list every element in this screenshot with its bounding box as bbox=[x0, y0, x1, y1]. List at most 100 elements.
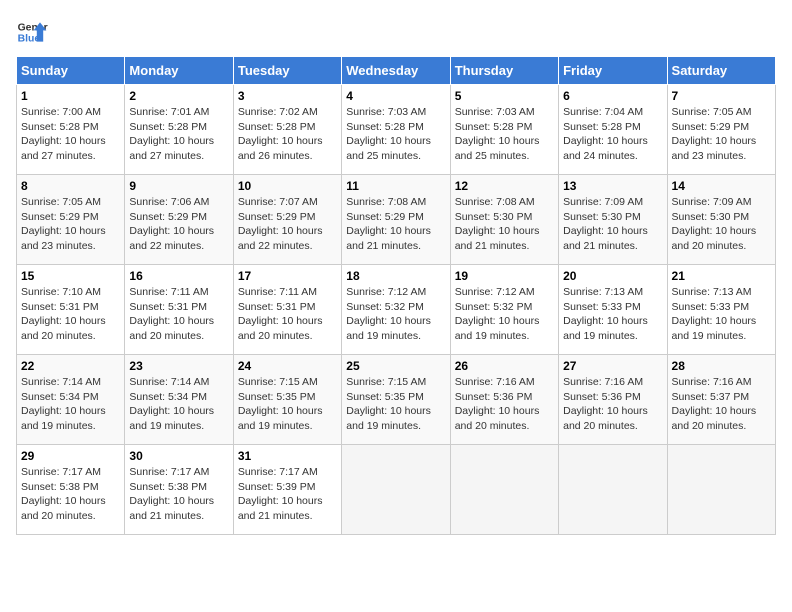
day-info: Sunrise: 7:05 AM Sunset: 5:29 PM Dayligh… bbox=[21, 195, 120, 254]
day-cell-5: 5 Sunrise: 7:03 AM Sunset: 5:28 PM Dayli… bbox=[450, 85, 558, 175]
day-number: 24 bbox=[238, 359, 337, 373]
day-number: 25 bbox=[346, 359, 445, 373]
weekday-header-row: SundayMondayTuesdayWednesdayThursdayFrid… bbox=[17, 57, 776, 85]
day-info: Sunrise: 7:10 AM Sunset: 5:31 PM Dayligh… bbox=[21, 285, 120, 344]
day-cell-25: 25 Sunrise: 7:15 AM Sunset: 5:35 PM Dayl… bbox=[342, 355, 450, 445]
day-info: Sunrise: 7:03 AM Sunset: 5:28 PM Dayligh… bbox=[455, 105, 554, 164]
day-number: 14 bbox=[672, 179, 771, 193]
weekday-header-thursday: Thursday bbox=[450, 57, 558, 85]
empty-cell bbox=[450, 445, 558, 535]
empty-cell bbox=[559, 445, 667, 535]
day-info: Sunrise: 7:16 AM Sunset: 5:36 PM Dayligh… bbox=[563, 375, 662, 434]
day-number: 22 bbox=[21, 359, 120, 373]
day-info: Sunrise: 7:13 AM Sunset: 5:33 PM Dayligh… bbox=[563, 285, 662, 344]
day-cell-8: 8 Sunrise: 7:05 AM Sunset: 5:29 PM Dayli… bbox=[17, 175, 125, 265]
day-info: Sunrise: 7:15 AM Sunset: 5:35 PM Dayligh… bbox=[346, 375, 445, 434]
week-row-3: 15 Sunrise: 7:10 AM Sunset: 5:31 PM Dayl… bbox=[17, 265, 776, 355]
day-number: 23 bbox=[129, 359, 228, 373]
day-info: Sunrise: 7:13 AM Sunset: 5:33 PM Dayligh… bbox=[672, 285, 771, 344]
week-row-1: 1 Sunrise: 7:00 AM Sunset: 5:28 PM Dayli… bbox=[17, 85, 776, 175]
empty-cell bbox=[667, 445, 775, 535]
day-info: Sunrise: 7:04 AM Sunset: 5:28 PM Dayligh… bbox=[563, 105, 662, 164]
day-info: Sunrise: 7:02 AM Sunset: 5:28 PM Dayligh… bbox=[238, 105, 337, 164]
day-cell-29: 29 Sunrise: 7:17 AM Sunset: 5:38 PM Dayl… bbox=[17, 445, 125, 535]
empty-cell bbox=[342, 445, 450, 535]
day-number: 28 bbox=[672, 359, 771, 373]
day-info: Sunrise: 7:00 AM Sunset: 5:28 PM Dayligh… bbox=[21, 105, 120, 164]
day-cell-15: 15 Sunrise: 7:10 AM Sunset: 5:31 PM Dayl… bbox=[17, 265, 125, 355]
day-cell-17: 17 Sunrise: 7:11 AM Sunset: 5:31 PM Dayl… bbox=[233, 265, 341, 355]
day-cell-4: 4 Sunrise: 7:03 AM Sunset: 5:28 PM Dayli… bbox=[342, 85, 450, 175]
day-number: 6 bbox=[563, 89, 662, 103]
day-cell-18: 18 Sunrise: 7:12 AM Sunset: 5:32 PM Dayl… bbox=[342, 265, 450, 355]
day-cell-12: 12 Sunrise: 7:08 AM Sunset: 5:30 PM Dayl… bbox=[450, 175, 558, 265]
day-info: Sunrise: 7:01 AM Sunset: 5:28 PM Dayligh… bbox=[129, 105, 228, 164]
day-number: 11 bbox=[346, 179, 445, 193]
day-info: Sunrise: 7:17 AM Sunset: 5:39 PM Dayligh… bbox=[238, 465, 337, 524]
weekday-header-wednesday: Wednesday bbox=[342, 57, 450, 85]
day-info: Sunrise: 7:17 AM Sunset: 5:38 PM Dayligh… bbox=[21, 465, 120, 524]
day-number: 12 bbox=[455, 179, 554, 193]
day-number: 27 bbox=[563, 359, 662, 373]
weekday-header-saturday: Saturday bbox=[667, 57, 775, 85]
day-number: 3 bbox=[238, 89, 337, 103]
day-number: 4 bbox=[346, 89, 445, 103]
weekday-header-friday: Friday bbox=[559, 57, 667, 85]
day-number: 5 bbox=[455, 89, 554, 103]
day-cell-16: 16 Sunrise: 7:11 AM Sunset: 5:31 PM Dayl… bbox=[125, 265, 233, 355]
day-info: Sunrise: 7:05 AM Sunset: 5:29 PM Dayligh… bbox=[672, 105, 771, 164]
day-number: 18 bbox=[346, 269, 445, 283]
day-info: Sunrise: 7:09 AM Sunset: 5:30 PM Dayligh… bbox=[672, 195, 771, 254]
day-number: 9 bbox=[129, 179, 228, 193]
day-info: Sunrise: 7:14 AM Sunset: 5:34 PM Dayligh… bbox=[21, 375, 120, 434]
day-number: 19 bbox=[455, 269, 554, 283]
page-header: General Blue bbox=[16, 16, 776, 48]
weekday-header-sunday: Sunday bbox=[17, 57, 125, 85]
day-info: Sunrise: 7:15 AM Sunset: 5:35 PM Dayligh… bbox=[238, 375, 337, 434]
day-number: 31 bbox=[238, 449, 337, 463]
day-number: 26 bbox=[455, 359, 554, 373]
day-cell-28: 28 Sunrise: 7:16 AM Sunset: 5:37 PM Dayl… bbox=[667, 355, 775, 445]
day-info: Sunrise: 7:03 AM Sunset: 5:28 PM Dayligh… bbox=[346, 105, 445, 164]
day-cell-3: 3 Sunrise: 7:02 AM Sunset: 5:28 PM Dayli… bbox=[233, 85, 341, 175]
day-info: Sunrise: 7:12 AM Sunset: 5:32 PM Dayligh… bbox=[455, 285, 554, 344]
day-number: 20 bbox=[563, 269, 662, 283]
day-info: Sunrise: 7:08 AM Sunset: 5:30 PM Dayligh… bbox=[455, 195, 554, 254]
day-number: 15 bbox=[21, 269, 120, 283]
weekday-header-tuesday: Tuesday bbox=[233, 57, 341, 85]
day-number: 13 bbox=[563, 179, 662, 193]
day-cell-22: 22 Sunrise: 7:14 AM Sunset: 5:34 PM Dayl… bbox=[17, 355, 125, 445]
day-info: Sunrise: 7:16 AM Sunset: 5:36 PM Dayligh… bbox=[455, 375, 554, 434]
day-info: Sunrise: 7:06 AM Sunset: 5:29 PM Dayligh… bbox=[129, 195, 228, 254]
day-cell-2: 2 Sunrise: 7:01 AM Sunset: 5:28 PM Dayli… bbox=[125, 85, 233, 175]
day-number: 16 bbox=[129, 269, 228, 283]
weekday-header-monday: Monday bbox=[125, 57, 233, 85]
day-number: 10 bbox=[238, 179, 337, 193]
day-info: Sunrise: 7:07 AM Sunset: 5:29 PM Dayligh… bbox=[238, 195, 337, 254]
day-info: Sunrise: 7:09 AM Sunset: 5:30 PM Dayligh… bbox=[563, 195, 662, 254]
week-row-2: 8 Sunrise: 7:05 AM Sunset: 5:29 PM Dayli… bbox=[17, 175, 776, 265]
logo: General Blue bbox=[16, 16, 48, 48]
day-info: Sunrise: 7:17 AM Sunset: 5:38 PM Dayligh… bbox=[129, 465, 228, 524]
day-number: 1 bbox=[21, 89, 120, 103]
day-info: Sunrise: 7:08 AM Sunset: 5:29 PM Dayligh… bbox=[346, 195, 445, 254]
day-info: Sunrise: 7:14 AM Sunset: 5:34 PM Dayligh… bbox=[129, 375, 228, 434]
day-number: 7 bbox=[672, 89, 771, 103]
day-cell-10: 10 Sunrise: 7:07 AM Sunset: 5:29 PM Dayl… bbox=[233, 175, 341, 265]
logo-icon: General Blue bbox=[16, 16, 48, 48]
day-cell-31: 31 Sunrise: 7:17 AM Sunset: 5:39 PM Dayl… bbox=[233, 445, 341, 535]
day-cell-30: 30 Sunrise: 7:17 AM Sunset: 5:38 PM Dayl… bbox=[125, 445, 233, 535]
day-number: 17 bbox=[238, 269, 337, 283]
day-cell-20: 20 Sunrise: 7:13 AM Sunset: 5:33 PM Dayl… bbox=[559, 265, 667, 355]
day-number: 29 bbox=[21, 449, 120, 463]
day-number: 30 bbox=[129, 449, 228, 463]
day-info: Sunrise: 7:11 AM Sunset: 5:31 PM Dayligh… bbox=[129, 285, 228, 344]
day-cell-19: 19 Sunrise: 7:12 AM Sunset: 5:32 PM Dayl… bbox=[450, 265, 558, 355]
day-cell-27: 27 Sunrise: 7:16 AM Sunset: 5:36 PM Dayl… bbox=[559, 355, 667, 445]
day-cell-9: 9 Sunrise: 7:06 AM Sunset: 5:29 PM Dayli… bbox=[125, 175, 233, 265]
day-info: Sunrise: 7:11 AM Sunset: 5:31 PM Dayligh… bbox=[238, 285, 337, 344]
day-number: 2 bbox=[129, 89, 228, 103]
day-cell-21: 21 Sunrise: 7:13 AM Sunset: 5:33 PM Dayl… bbox=[667, 265, 775, 355]
day-number: 21 bbox=[672, 269, 771, 283]
day-cell-26: 26 Sunrise: 7:16 AM Sunset: 5:36 PM Dayl… bbox=[450, 355, 558, 445]
